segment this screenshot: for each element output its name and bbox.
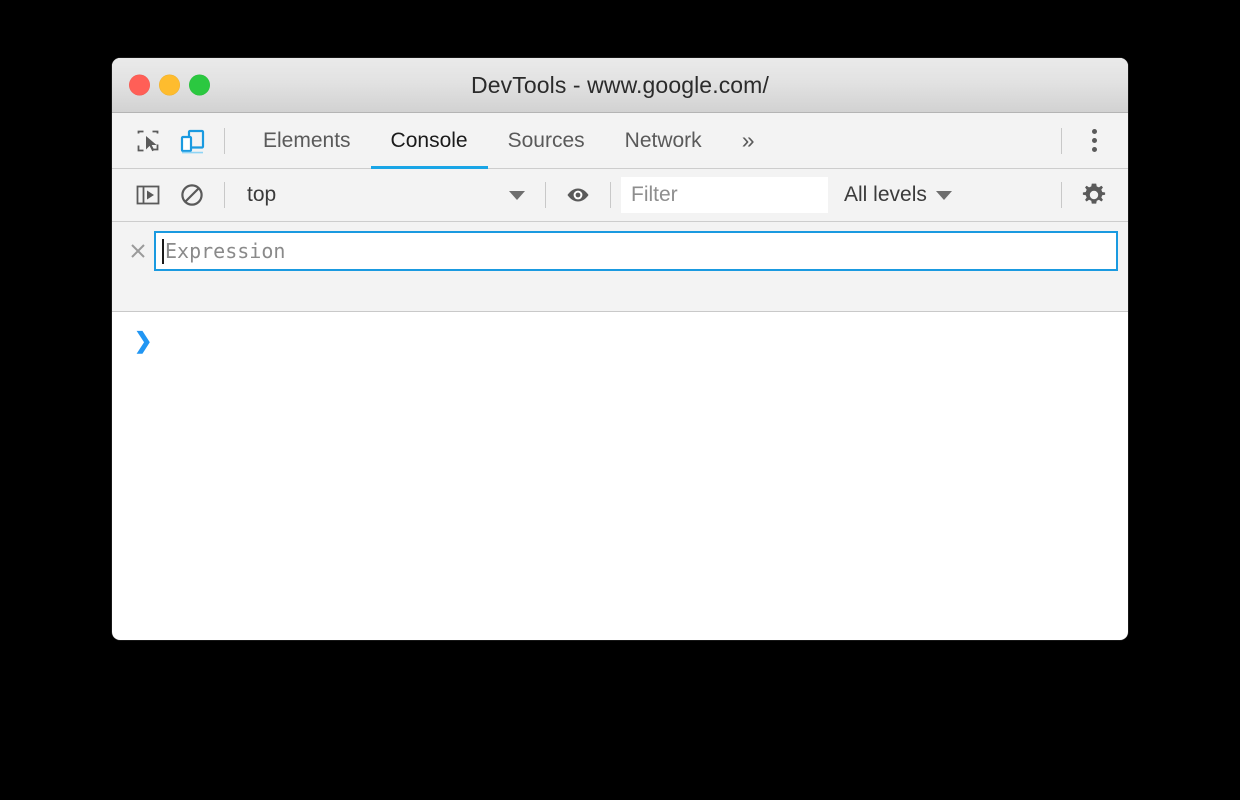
chevron-down-icon [509,190,525,200]
create-live-expression-icon [563,180,593,210]
inspect-element-button[interactable] [126,119,170,163]
customize-devtools-button[interactable] [1072,119,1116,163]
kebab-menu-icon [1091,129,1097,134]
chevron-double-right-icon: » [741,127,755,153]
console-prompt-row[interactable]: ❯ [112,312,1128,358]
log-level-label: All levels [844,183,927,206]
live-expression-row: Expression [122,231,1118,271]
close-window-button[interactable] [129,74,150,96]
window-titlebar: DevTools - www.google.com/ [112,58,1128,113]
tab-network[interactable]: Network [605,113,722,168]
inspect-element-icon [134,127,162,155]
tab-sources-label: Sources [507,128,585,152]
minimize-window-button[interactable] [159,74,180,96]
console-filter-input[interactable] [621,177,828,213]
javascript-context-label: top [247,183,277,206]
live-expression-placeholder: Expression [165,239,286,263]
javascript-context-selector[interactable]: top [235,178,535,212]
console-output-area[interactable]: ❯ [112,312,1128,630]
remove-live-expression-button[interactable] [122,231,154,271]
tab-network-label: Network [624,128,702,152]
console-toolbar-divider-2 [545,182,546,208]
devtools-window: DevTools - www.google.com/ Elements Cons… [112,58,1128,640]
maximize-window-button[interactable] [189,74,210,96]
more-tabs-button[interactable]: » [722,127,775,154]
tab-elements[interactable]: Elements [243,113,371,168]
console-toolbar-divider-1 [224,182,225,208]
console-prompt-input[interactable] [152,326,1128,356]
devtools-main-toolbar: Elements Console Sources Network » [112,113,1128,169]
console-toolbar: top All levels [112,169,1128,222]
toggle-console-sidebar-button[interactable] [126,173,170,217]
console-toolbar-divider-4 [1061,182,1062,208]
clear-console-button[interactable] [170,173,214,217]
toolbar-divider-right [1061,127,1062,154]
tab-console[interactable]: Console [370,113,488,169]
tab-console-label: Console [390,128,468,152]
create-live-expression-button[interactable] [556,173,600,217]
window-traffic-lights [129,74,210,96]
chevron-down-icon [935,190,952,200]
device-toolbar-icon [177,126,207,156]
close-icon [128,241,148,261]
main-toolbar-right [1051,119,1128,163]
device-toolbar-toggle-button[interactable] [170,119,214,163]
live-expression-panel: Expression [112,222,1128,312]
console-settings-button[interactable] [1072,173,1116,217]
tab-sources[interactable]: Sources [488,113,605,168]
kebab-menu-icon [1091,138,1097,143]
clear-console-icon [178,181,206,209]
console-prompt-chevron-icon: ❯ [134,328,153,353]
console-toolbar-right [1051,173,1128,217]
settings-gear-icon [1079,180,1109,210]
log-level-selector[interactable]: All levels [828,178,962,212]
tab-elements-label: Elements [263,128,351,152]
live-expression-input[interactable]: Expression [154,231,1118,271]
panel-tabs: Elements Console Sources Network [243,113,722,169]
window-title: DevTools - www.google.com/ [471,71,769,98]
show-console-sidebar-icon [134,181,162,209]
toolbar-divider [224,127,225,154]
console-toolbar-divider-3 [610,182,611,208]
kebab-menu-icon [1091,147,1097,152]
